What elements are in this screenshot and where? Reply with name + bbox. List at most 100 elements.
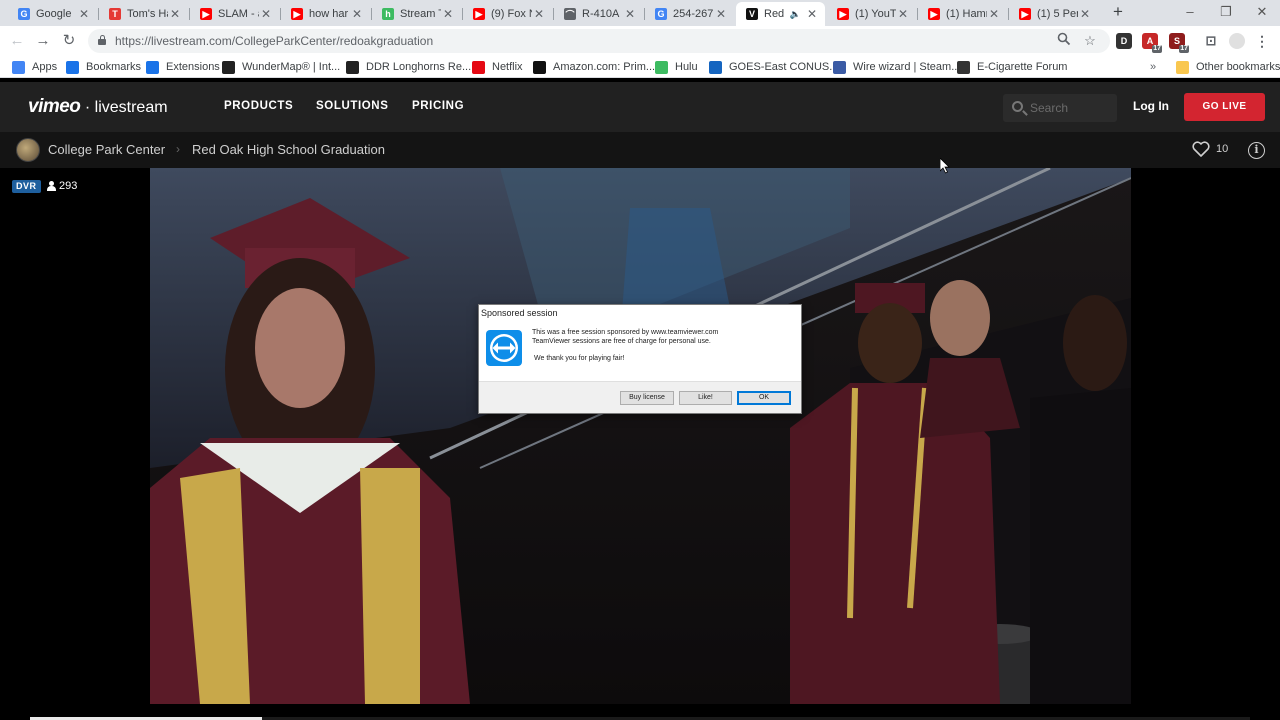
close-tab-icon[interactable]: ✕ [987,7,1001,21]
tab-title: (9) Fox N [491,8,532,20]
browser-toolbar: ← → ↻ https://livestream.com/CollegePark… [0,26,1280,56]
video-player[interactable] [150,168,1131,704]
nav-pricing[interactable]: PRICING [412,100,464,112]
ok-button[interactable]: OK [737,391,791,405]
youtube-icon: ▶ [200,8,212,20]
tab-title: Google [36,8,72,20]
tab-separator [189,8,190,20]
buy-license-button[interactable]: Buy license [620,391,674,405]
bookmark-item[interactable]: Bookmarks [66,59,141,75]
close-tab-icon[interactable]: ✕ [1078,7,1092,21]
bookmark-label: E-Cigarette Forum [977,61,1068,73]
vimeo-livestream-logo[interactable]: vimeo · livestream [28,96,168,118]
speaker-icon[interactable]: 🔈 [790,9,801,20]
nav-solutions[interactable]: SOLUTIONS [316,100,389,112]
close-window-button[interactable]: ✕ [1244,0,1280,26]
bookmark-label: Netflix [492,61,523,73]
extension-icon[interactable]: D [1116,33,1132,49]
close-tab-icon[interactable]: ✕ [350,7,364,21]
tab-separator [371,8,372,20]
minimize-button[interactable]: – [1172,0,1208,26]
close-tab-icon[interactable]: ✕ [441,7,455,21]
bookmarks-bar: Apps Bookmarks Extensions WunderMap® | Int.… [0,56,1280,78]
bookmark-item[interactable]: Apps [12,59,57,75]
zoom-icon[interactable] [1055,32,1073,50]
bookmark-item[interactable]: Wire wizard | Steam... [833,59,960,75]
tab-5[interactable]: ▶ (9) Fox N✕ [463,2,552,26]
tab-9[interactable]: ▶ (1) YouT ✕ [827,2,916,26]
close-tab-icon[interactable]: ✕ [259,7,273,21]
close-tab-icon[interactable]: ✕ [805,7,819,21]
bookmark-item[interactable]: Netflix [472,59,523,75]
tab-4[interactable]: h Stream T ✕ [372,2,461,26]
bookmark-item[interactable]: E-Cigarette Forum [957,59,1067,75]
close-tab-icon[interactable]: ✕ [623,7,637,21]
close-tab-icon[interactable]: ✕ [77,7,91,21]
stop-extension-icon[interactable]: S 17 [1169,33,1189,53]
tab-7[interactable]: G 254-267 ✕ [645,2,734,26]
vimeo-icon: V [746,8,758,20]
search-input[interactable] [1030,100,1110,116]
tab-title: Red [764,8,785,20]
bookmark-item[interactable]: Hulu [655,59,698,75]
close-tab-icon[interactable]: ✕ [168,7,182,21]
tab-10[interactable]: ▶ (1) Hamm✕ [918,2,1007,26]
folder-icon [1176,60,1189,74]
video-frame [150,168,1131,704]
channel-link[interactable]: College Park Center [48,142,165,157]
bookmark-item[interactable]: Amazon.com: Prim... [533,59,655,75]
like-button[interactable]: 10 [1192,141,1228,157]
profile-avatar[interactable] [1229,33,1245,49]
info-icon[interactable]: i [1248,142,1265,159]
cast-icon[interactable]: ⊡ [1203,33,1219,49]
bookmark-item[interactable]: GOES-East CONUS... [709,59,838,75]
tab-8[interactable]: V Red 🔈 ✕ [736,2,825,26]
other-bookmarks[interactable]: Other bookmarks [1176,59,1280,75]
bookmark-item[interactable]: Extensions [146,59,220,75]
close-tab-icon[interactable]: ✕ [532,7,546,21]
forward-icon[interactable]: → [33,31,53,51]
google-icon: G [18,8,30,20]
google-icon: G [655,8,667,20]
tab-1[interactable]: T Tom's Ha ✕ [99,2,188,26]
event-title: Red Oak High School Graduation [192,142,385,157]
bookmarks-overflow-icon[interactable]: » [1150,59,1156,75]
nav-products[interactable]: PRODUCTS [224,100,293,112]
go-live-button[interactable]: GO LIVE [1184,93,1265,121]
reload-icon[interactable]: ↻ [59,31,79,51]
tab-3[interactable]: ▶ how har ✕ [281,2,370,26]
tab-title: (1) YouT [855,8,896,20]
logo-sub: livestream [94,99,168,116]
back-icon[interactable]: ← [7,31,27,51]
dialog-title: Sponsored session [481,308,558,318]
channel-avatar[interactable] [16,138,40,162]
gauge-icon: ⌒ [564,8,576,20]
lock-icon [98,35,106,45]
tab-separator [917,8,918,20]
menu-kebab-icon[interactable]: ⋮ [1254,33,1270,49]
dialog-line-2: TeamViewer sessions are free of charge f… [532,338,711,345]
new-tab-button[interactable]: + [1108,2,1128,24]
youtube-icon: ▶ [1019,8,1031,20]
bookmark-label: Wire wizard | Steam... [853,61,961,73]
bookmark-item[interactable]: WunderMap® | Int... [222,59,340,75]
bookmark-label: Apps [32,61,58,73]
puzzle-icon [146,60,159,74]
bookmark-star-icon[interactable]: ☆ [1081,32,1099,50]
close-tab-icon[interactable]: ✕ [896,7,910,21]
tab-2[interactable]: ▶ SLAM - a✕ [190,2,279,26]
close-tab-icon[interactable]: ✕ [714,7,728,21]
wunderground-icon [222,60,235,74]
login-link[interactable]: Log In [1133,99,1169,113]
heart-icon [1192,141,1210,157]
address-bar[interactable]: https://livestream.com/CollegeParkCenter… [88,29,1110,53]
tab-6[interactable]: ⌒ R-410A ✕ [554,2,643,26]
tab-0[interactable]: G Google ✕ [8,2,97,26]
bookmark-item[interactable]: DDR Longhorns Re... [346,59,471,75]
maximize-button[interactable]: ❐ [1208,0,1244,26]
tab-11[interactable]: ▶ (1) 5 Per ✕ [1009,2,1098,26]
ecf-icon [957,60,970,74]
adblock-extension-icon[interactable]: A 17 [1142,33,1162,53]
url-text[interactable]: https://livestream.com/CollegeParkCenter… [115,34,433,48]
like-button-dialog[interactable]: Like! [679,391,732,405]
